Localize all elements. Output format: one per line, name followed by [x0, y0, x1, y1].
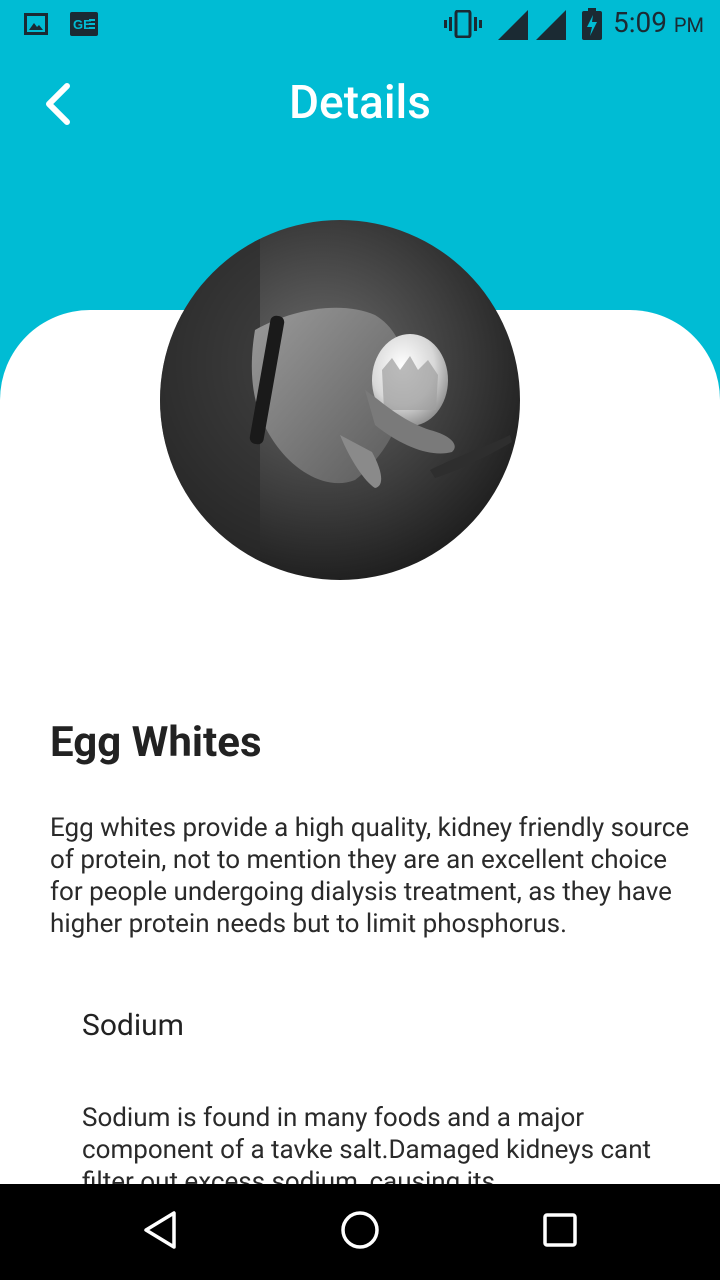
back-triangle-icon: [142, 1210, 178, 1254]
page-title: Details: [289, 76, 431, 130]
signal-icon: [536, 10, 566, 44]
battery-charging-icon: [582, 8, 602, 44]
home-circle-icon: [340, 1210, 380, 1254]
nutrient-name: Sodium: [82, 1008, 184, 1043]
nav-back-button[interactable]: [132, 1204, 188, 1260]
system-nav-bar: [0, 1184, 720, 1280]
nav-recents-button[interactable]: [532, 1204, 588, 1260]
signal-icon: [498, 10, 528, 44]
item-description: Egg whites provide a high quality, kidne…: [50, 813, 690, 939]
nav-home-button[interactable]: [332, 1204, 388, 1260]
ge-app-icon: GE: [70, 12, 98, 40]
food-photo: [160, 220, 520, 580]
status-bar: GE 5:09 PM: [0, 0, 720, 50]
item-title: Egg Whites: [50, 718, 262, 767]
vibrate-icon: [444, 9, 482, 42]
app-bar: Details: [0, 50, 720, 160]
status-time: 5:09 PM: [612, 6, 704, 39]
recents-square-icon: [542, 1212, 578, 1252]
image-notification-icon: [24, 12, 48, 40]
